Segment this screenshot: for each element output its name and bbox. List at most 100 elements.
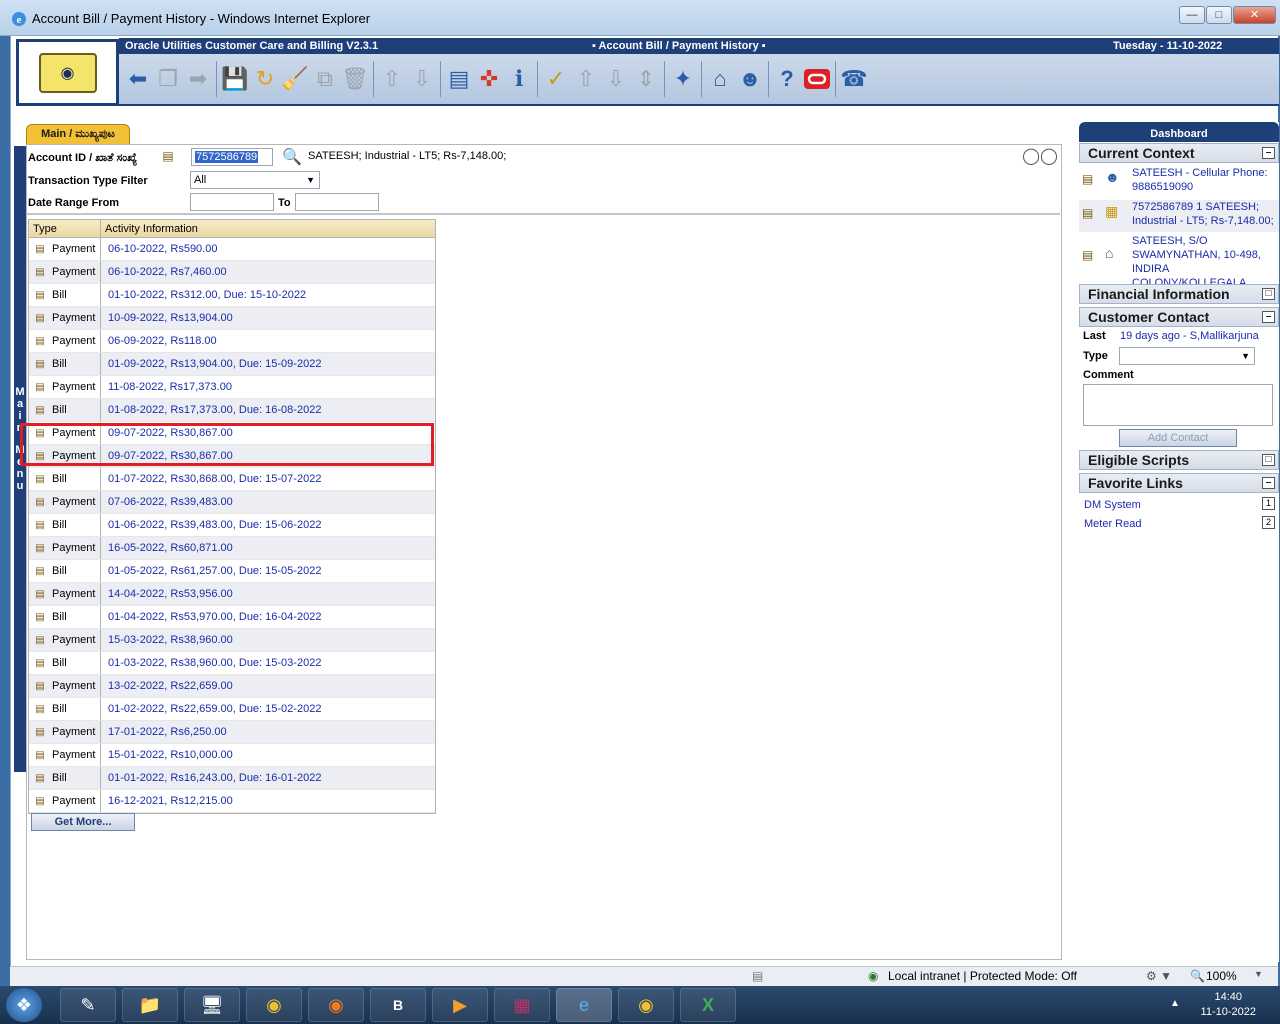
comment-textarea[interactable]	[1083, 384, 1273, 426]
activity-info-link[interactable]: 01-02-2022, Rs22,659.00, Due: 15-02-2022	[101, 698, 435, 720]
activity-info-link[interactable]: 10-09-2022, Rs13,904.00	[101, 307, 435, 329]
favorite-link-dm-system[interactable]: DM System	[1084, 499, 1141, 511]
activity-info-link[interactable]: 06-10-2022, Rs7,460.00	[101, 261, 435, 283]
table-row[interactable]: ▤ Payment 09-07-2022, Rs30,867.00	[29, 445, 435, 468]
next-record-icon[interactable]: ⇩	[408, 64, 436, 94]
activity-info-link[interactable]: 13-02-2022, Rs22,659.00	[101, 675, 435, 697]
context-menu-icon[interactable]: ▤	[33, 749, 47, 761]
binoculars-icon[interactable]: ◯◯	[1022, 146, 1058, 166]
start-button[interactable]: ❖	[6, 988, 42, 1022]
context-menu-icon[interactable]: ▤	[33, 588, 47, 600]
transaction-type-select[interactable]: All ▼	[190, 171, 320, 189]
table-row[interactable]: ▤ Payment 15-03-2022, Rs38,960.00	[29, 629, 435, 652]
table-row[interactable]: ▤ Bill 01-03-2022, Rs38,960.00, Due: 15-03…	[29, 652, 435, 675]
activity-info-link[interactable]: 16-12-2021, Rs12,215.00	[101, 790, 435, 812]
date-from-input[interactable]	[190, 193, 274, 211]
table-row[interactable]: ▤ Bill 01-01-2022, Rs16,243.00, Due: 16-01…	[29, 767, 435, 790]
taskbar-folder-icon[interactable]: 📁	[122, 988, 178, 1022]
taskbar-excel-icon[interactable]: X	[680, 988, 736, 1022]
activity-info-link[interactable]: 01-05-2022, Rs61,257.00, Due: 15-05-2022	[101, 560, 435, 582]
taskbar-monitor-icon[interactable]: 🖥	[184, 988, 240, 1022]
table-row[interactable]: ▤ Bill 01-08-2022, Rs17,373.00, Due: 16-08…	[29, 399, 435, 422]
current-context-header[interactable]: Current Context –	[1079, 143, 1279, 163]
table-row[interactable]: ▤ Bill 01-09-2022, Rs13,904.00, Due: 15-09…	[29, 353, 435, 376]
context-menu-icon[interactable]: ▤	[33, 266, 47, 278]
taskbar-chrome2-icon[interactable]: ◉	[618, 988, 674, 1022]
table-row[interactable]: ▤ Bill 01-04-2022, Rs53,970.00, Due: 16-04…	[29, 606, 435, 629]
activity-info-link[interactable]: 14-04-2022, Rs53,956.00	[101, 583, 435, 605]
add-contact-button[interactable]: Add Contact	[1119, 429, 1237, 447]
context-menu-icon[interactable]: ▤	[33, 542, 47, 554]
context-menu-icon[interactable]: ▤	[33, 358, 47, 370]
context-menu-icon[interactable]: ▤	[33, 450, 47, 462]
context-menu-icon[interactable]: ▤	[33, 381, 47, 393]
tab-main[interactable]: Main / ಮುಖ್ಯಪುಟ	[26, 124, 130, 144]
context-menu-icon[interactable]: ▤	[33, 519, 47, 531]
context-menu-icon[interactable]: ▤	[33, 335, 47, 347]
column-header-type[interactable]: Type	[29, 220, 101, 237]
context-menu-icon[interactable]: ▤	[33, 427, 47, 439]
context-menu-icon[interactable]: ▤	[33, 726, 47, 738]
main-menu-strip[interactable]: M a i n M e n u	[14, 146, 26, 772]
table-row[interactable]: ▤ Bill 01-10-2022, Rs312.00, Due: 15-10-20…	[29, 284, 435, 307]
taskbar-notes-icon[interactable]: ✎	[60, 988, 116, 1022]
context-menu-icon[interactable]: ▤	[1082, 172, 1100, 188]
back-arrow-icon[interactable]: ⬅	[124, 64, 152, 94]
table-row[interactable]: ▤ Bill 01-06-2022, Rs39,483.00, Due: 15-06…	[29, 514, 435, 537]
favorite-link-meter-read[interactable]: Meter Read	[1084, 518, 1141, 530]
get-more-button[interactable]: Get More...	[31, 813, 135, 831]
delete-icon[interactable]: 🗑	[341, 64, 369, 94]
activity-info-link[interactable]: 01-09-2022, Rs13,904.00, Due: 15-09-2022	[101, 353, 435, 375]
activity-info-link[interactable]: 01-01-2022, Rs16,243.00, Due: 16-01-2022	[101, 767, 435, 789]
context-menu-icon[interactable]: ▤	[33, 657, 47, 669]
table-row[interactable]: ▤ Payment 06-10-2022, Rs7,460.00	[29, 261, 435, 284]
table-row[interactable]: ▤ Payment 10-09-2022, Rs13,904.00	[29, 307, 435, 330]
search-icon[interactable]: 🔍	[278, 147, 306, 167]
show-hidden-icons-icon[interactable]: ▲	[1170, 998, 1180, 1009]
maximize-button[interactable]: □	[1206, 6, 1232, 24]
zoom-icon[interactable]: 🔍	[1190, 969, 1205, 983]
refresh-icon[interactable]: ↻	[251, 64, 279, 94]
activity-info-link[interactable]: 01-04-2022, Rs53,970.00, Due: 16-04-2022	[101, 606, 435, 628]
checkmark-icon[interactable]: ✓	[542, 64, 570, 94]
taskbar-ie-icon[interactable]: e	[556, 988, 612, 1022]
favorite-links-header[interactable]: Favorite Links –	[1079, 473, 1279, 493]
info-icon[interactable]: ℹ	[505, 64, 533, 94]
taskbar-media-icon[interactable]: ▶	[432, 988, 488, 1022]
taskbar-chrome-icon[interactable]: ◉	[246, 988, 302, 1022]
table-row[interactable]: ▤ Payment 07-06-2022, Rs39,483.00	[29, 491, 435, 514]
taskbar-firefox-icon[interactable]: ◉	[308, 988, 364, 1022]
table-row[interactable]: ▤ Payment 17-01-2022, Rs6,250.00	[29, 721, 435, 744]
activity-info-link[interactable]: 06-09-2022, Rs118.00	[101, 330, 435, 352]
go-to-icon[interactable]: ✜	[475, 64, 503, 94]
context-menu-icon[interactable]: ▤	[33, 289, 47, 301]
context-person[interactable]: ▤ ☻ SATEESH - Cellular Phone: 9886519090	[1079, 166, 1279, 198]
context-menu-icon[interactable]: ▤	[33, 243, 47, 255]
protected-mode-icon[interactable]: ⚙ ▼	[1146, 969, 1172, 983]
table-row[interactable]: ▤ Payment 09-07-2022, Rs30,867.00	[29, 422, 435, 445]
context-menu-icon[interactable]: ▤	[33, 473, 47, 485]
activity-info-link[interactable]: 01-10-2022, Rs312.00, Due: 15-10-2022	[101, 284, 435, 306]
chevron-down-icon[interactable]: ▼	[1254, 969, 1263, 979]
collapse-icon[interactable]: –	[1262, 147, 1275, 159]
collapse-icon[interactable]: –	[1262, 477, 1275, 489]
up-icon[interactable]: ⇧	[572, 64, 600, 94]
context-menu-icon[interactable]: ▤	[33, 565, 47, 577]
context-menu-icon[interactable]: ▤	[33, 680, 47, 692]
context-menu-icon[interactable]: ▤	[33, 795, 47, 807]
activity-info-link[interactable]: 01-03-2022, Rs38,960.00, Due: 15-03-2022	[101, 652, 435, 674]
customer-contact-header[interactable]: Customer Contact –	[1079, 307, 1279, 327]
history-icon[interactable]: ❐	[154, 64, 182, 94]
table-row[interactable]: ▤ Payment 06-09-2022, Rs118.00	[29, 330, 435, 353]
copy-icon[interactable]: ⧉	[311, 64, 339, 94]
activity-info-link[interactable]: 11-08-2022, Rs17,373.00	[101, 376, 435, 398]
column-header-activity[interactable]: Activity Information	[101, 220, 435, 237]
phone-icon[interactable]: ☎	[840, 64, 868, 94]
zoom-level[interactable]: 100%	[1206, 969, 1237, 983]
activity-info-link[interactable]: 06-10-2022, Rs590.00	[101, 238, 435, 260]
context-menu-icon[interactable]: ▤	[33, 611, 47, 623]
taskbar-app-b[interactable]: B	[370, 988, 426, 1022]
activity-info-link[interactable]: 15-01-2022, Rs10,000.00	[101, 744, 435, 766]
activity-info-link[interactable]: 01-06-2022, Rs39,483.00, Due: 15-06-2022	[101, 514, 435, 536]
context-menu-icon[interactable]: ▤	[33, 312, 47, 324]
